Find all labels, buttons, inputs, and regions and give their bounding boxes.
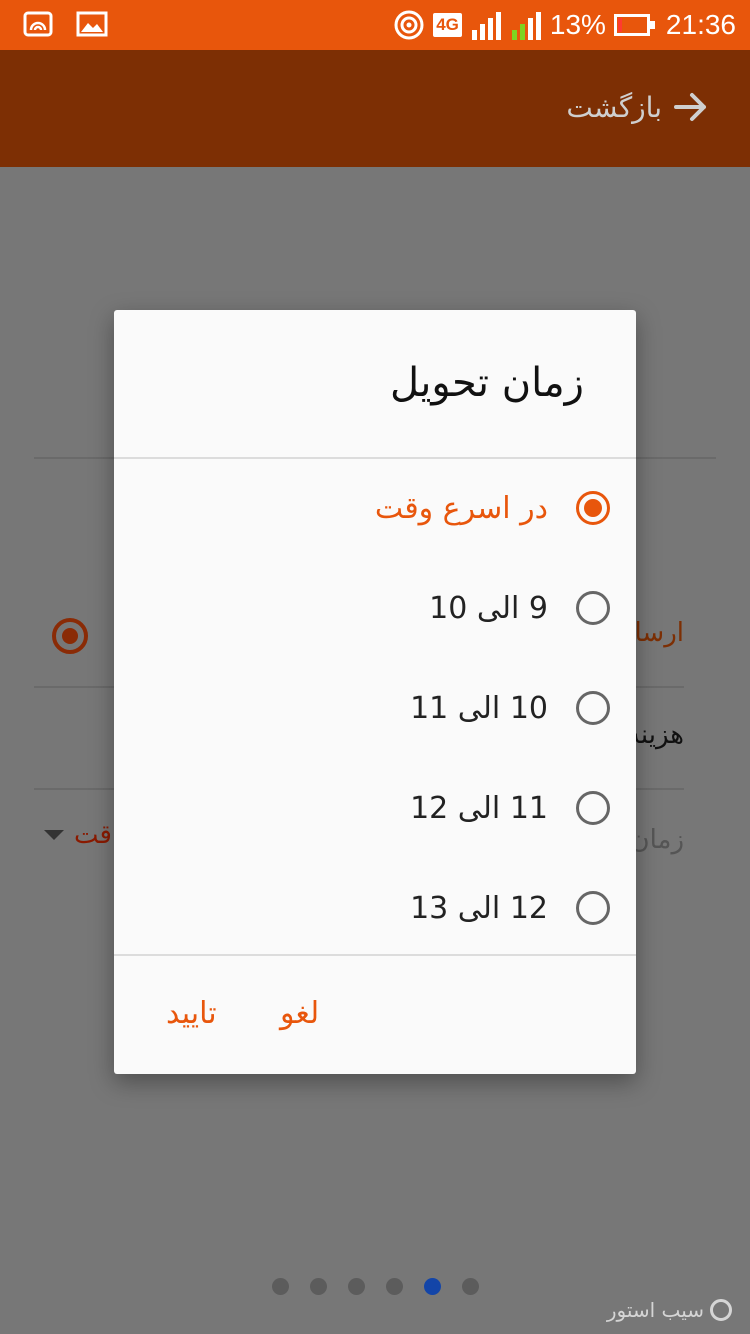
pager-dot[interactable] (272, 1278, 289, 1295)
dialog-divider-bottom (114, 954, 636, 956)
status-bar: 4G 13% 21:36 (0, 0, 750, 50)
cast-icon (23, 11, 53, 37)
dialog-divider-top (114, 457, 636, 459)
option-label: 11 الی 12 (410, 790, 548, 826)
back-button[interactable]: بازگشت (566, 88, 710, 126)
radio-button[interactable] (576, 591, 610, 625)
bg-row-time-label: زمان (630, 825, 685, 855)
signal-icon (511, 12, 541, 40)
pager-dot[interactable] (386, 1278, 403, 1295)
option-label: 9 الی 10 (429, 590, 548, 626)
status-indicators: 4G 13% 21:36 (393, 8, 736, 42)
arrow-right-icon (674, 93, 706, 121)
option-label: 10 الی 11 (410, 690, 548, 726)
battery-level (617, 18, 622, 32)
option-11-12[interactable]: 11 الی 12 (140, 778, 610, 838)
option-label: در اسرع وقت (374, 490, 548, 526)
clock: 21:36 (665, 9, 736, 40)
signal-icon (471, 12, 501, 40)
store-logo-icon (710, 1299, 732, 1321)
app-bar: بازگشت (0, 50, 750, 167)
option-10-11[interactable]: 10 الی 11 (140, 678, 610, 738)
battery-icon (613, 14, 655, 36)
delivery-time-dialog: زمان تحویل در اسرع وقت 9 الی 10 10 الی 1… (114, 310, 636, 1074)
notification-icons (22, 10, 108, 38)
network-type-badge: 4G (433, 13, 462, 37)
radio-button[interactable] (576, 691, 610, 725)
bg-row-time-value: قت (74, 820, 112, 850)
image-icon (76, 11, 108, 37)
radio-button[interactable] (576, 491, 610, 525)
option-asap[interactable]: در اسرع وقت (140, 478, 610, 538)
battery-percent: 13% (549, 9, 606, 40)
radio-button[interactable] (576, 891, 610, 925)
back-label: بازگشت (566, 90, 662, 124)
radio-button[interactable] (576, 791, 610, 825)
option-9-10[interactable]: 9 الی 10 (140, 578, 610, 638)
hotspot-icon (394, 10, 424, 40)
dropdown-arrow-icon (44, 830, 64, 840)
watermark: سیب استور (607, 1298, 732, 1322)
pager-dot[interactable] (424, 1278, 441, 1295)
pager-dot[interactable] (462, 1278, 479, 1295)
pager-dot[interactable] (310, 1278, 327, 1295)
option-12-13[interactable]: 12 الی 13 (140, 878, 610, 938)
cancel-button[interactable]: لغو (280, 996, 319, 1031)
pager-dot[interactable] (348, 1278, 365, 1295)
bg-radio-send (52, 618, 88, 654)
dialog-title: زمان تحویل (389, 360, 584, 406)
watermark-text: سیب استور (606, 1298, 704, 1322)
confirm-button[interactable]: تایید (166, 996, 217, 1031)
option-label: 12 الی 13 (410, 890, 548, 926)
pager-dots (272, 1278, 479, 1295)
